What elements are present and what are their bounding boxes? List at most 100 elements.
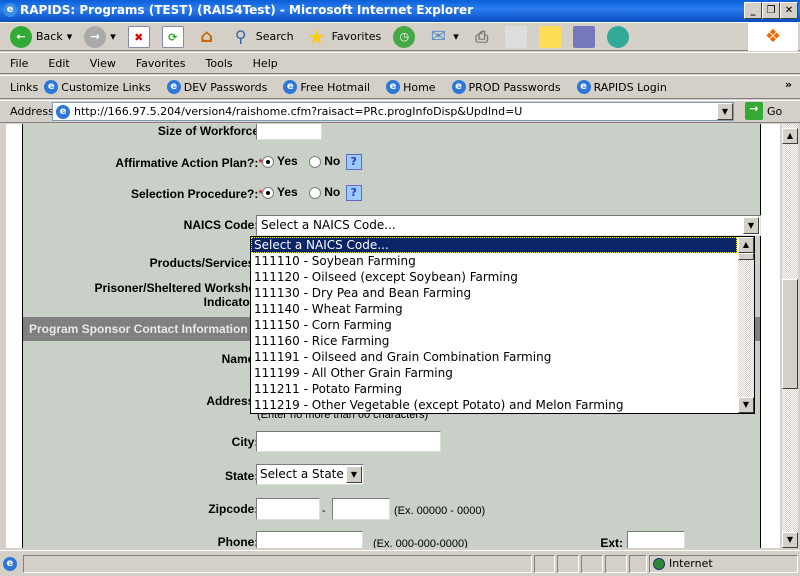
prisoner-indicator-label: Prisoner/Sheltered WorkshopIndicator:* — [94, 281, 264, 309]
phone-input[interactable] — [256, 531, 363, 548]
naics-option[interactable]: 111110 - Soybean Farming — [251, 253, 754, 269]
naics-option[interactable]: 111140 - Wheat Farming — [251, 301, 754, 317]
messenger-icon — [606, 25, 629, 48]
naics-option[interactable]: 111160 - Rice Farming — [251, 333, 754, 349]
affirmative-action-radios: Yes No ? — [262, 154, 362, 170]
naics-label: NAICS Code:* — [183, 218, 263, 232]
affirmative-no-radio[interactable] — [309, 156, 322, 168]
status-cell — [557, 554, 580, 573]
scroll-thumb[interactable] — [738, 253, 754, 260]
naics-option[interactable]: 111150 - Corn Farming — [251, 317, 754, 333]
state-dropdown-arrow[interactable]: ▼ — [346, 466, 362, 483]
zipcode-ext-input[interactable] — [332, 498, 390, 520]
naics-option[interactable]: 111130 - Dry Pea and Bean Farming — [251, 285, 754, 301]
research-icon — [572, 25, 595, 48]
link-home[interactable]: e Home — [386, 80, 436, 94]
link-free-hotmail[interactable]: e Free Hotmail — [283, 80, 370, 94]
status-cell — [533, 554, 556, 573]
forward-button[interactable]: → ▾ — [84, 25, 116, 48]
refresh-icon: ⟳ — [161, 25, 184, 48]
menu-file[interactable]: File — [10, 57, 28, 70]
scroll-thumb[interactable] — [782, 279, 798, 389]
ie-page-icon: e — [3, 556, 17, 571]
search-button[interactable]: ⚲ Search — [230, 26, 294, 48]
products-services-label: Products/Services:* — [149, 256, 263, 270]
naics-option[interactable]: 111191 - Oilseed and Grain Combination F… — [251, 349, 754, 365]
link-rapids-login[interactable]: e RAPIDS Login — [576, 80, 667, 94]
ie-page-icon: e — [451, 80, 466, 94]
city-input[interactable] — [256, 431, 441, 452]
home-button[interactable]: ⌂ — [196, 26, 218, 48]
scroll-up-arrow[interactable]: ▲ — [782, 128, 798, 144]
menu-view[interactable]: View — [90, 57, 116, 70]
menu-tools[interactable]: Tools — [206, 57, 233, 70]
menu-help[interactable]: Help — [253, 57, 278, 70]
state-select[interactable]: Select a State ▼ — [256, 464, 364, 485]
selection-procedure-radios: Yes No ? — [262, 185, 362, 201]
menu-edit[interactable]: Edit — [48, 57, 69, 70]
naics-select[interactable]: Select a NAICS Code... ▼ — [256, 215, 761, 236]
forward-arrow-icon: → — [84, 25, 107, 48]
menu-favorites[interactable]: Favorites — [136, 57, 186, 70]
print-button[interactable]: ⎙ — [471, 26, 493, 48]
address-input[interactable]: e http://166.97.5.204/version4/raishome.… — [52, 102, 734, 121]
links-overflow-chevron[interactable]: » — [785, 78, 792, 91]
close-button[interactable]: ✕ — [780, 2, 798, 19]
messenger-button[interactable] — [606, 25, 629, 48]
selection-no-radio[interactable] — [309, 187, 322, 199]
link-customize-links[interactable]: e Customize Links — [44, 80, 151, 94]
address-dropdown-button[interactable]: ▼ — [717, 103, 733, 120]
zipcode-label: Zipcode:* — [208, 502, 263, 516]
mail-icon: ✉ — [430, 25, 446, 47]
back-button[interactable]: ← Back ▾ — [10, 25, 72, 48]
state-label: State:* — [224, 469, 263, 483]
naics-option[interactable]: 111120 - Oilseed (except Soybean) Farmin… — [251, 269, 754, 285]
menu-bar: File Edit View Favorites Tools Help — [0, 52, 800, 74]
refresh-button[interactable]: ⟳ — [161, 25, 184, 48]
history-button[interactable]: ◷ — [393, 25, 416, 48]
naics-option[interactable]: 111219 - Other Vegetable (except Potato)… — [251, 397, 754, 413]
scroll-down-arrow[interactable]: ▼ — [738, 397, 754, 413]
naics-option[interactable]: Select a NAICS Code... — [251, 237, 737, 253]
affirmative-yes-radio[interactable] — [262, 156, 274, 168]
naics-dropdown-arrow[interactable]: ▼ — [743, 217, 759, 234]
phone-label: Phone:* — [217, 535, 263, 548]
scroll-down-arrow[interactable]: ▼ — [782, 532, 798, 548]
go-arrow-icon: → — [745, 102, 763, 120]
ext-input[interactable] — [627, 531, 685, 548]
restore-button[interactable]: ❐ — [762, 2, 780, 19]
status-cell — [629, 554, 647, 573]
standard-toolbar: ← Back ▾ → ▾ ✖ ⟳ ⌂ ⚲ Search ★ Favorites ◷ ✉… — [0, 22, 800, 51]
zipcode-input[interactable] — [256, 498, 320, 520]
windows-logo-icon: ❖ — [748, 23, 798, 51]
page-scrollbar[interactable]: ▲ ▼ — [782, 124, 798, 548]
favorites-button[interactable]: ★ Favorites — [306, 26, 382, 48]
help-icon[interactable]: ? — [345, 154, 362, 170]
zone-indicator: Internet — [648, 554, 799, 573]
link-prod-passwords[interactable]: e PROD Passwords — [451, 80, 561, 94]
minimize-button[interactable]: _ — [744, 2, 762, 19]
naics-list-scrollbar[interactable]: ▲ ▼ — [738, 237, 754, 413]
go-button[interactable]: → Go — [745, 102, 782, 120]
selection-yes-radio[interactable] — [262, 187, 274, 199]
printer-icon: ⎙ — [475, 26, 489, 46]
workforce-label: Size of Workforce: — [157, 124, 263, 138]
ie-page-icon: e — [386, 80, 401, 94]
stop-icon: ✖ — [127, 25, 150, 48]
stop-button[interactable]: ✖ — [127, 25, 150, 48]
mail-button[interactable]: ✉ ▾ — [427, 26, 459, 48]
globe-icon — [652, 557, 665, 570]
link-dev-passwords[interactable]: e DEV Passwords — [166, 80, 267, 94]
naics-dropdown-list[interactable]: Select a NAICS Code... 111110 - Soybean … — [250, 236, 755, 414]
scroll-up-arrow[interactable]: ▲ — [738, 237, 754, 253]
naics-option[interactable]: 111211 - Potato Farming — [251, 381, 754, 397]
address-url[interactable]: http://166.97.5.204/version4/raishome.cf… — [74, 105, 713, 118]
research-button[interactable] — [572, 25, 595, 48]
ie-page-icon: e — [44, 80, 59, 94]
naics-option[interactable]: 111199 - All Other Grain Farming — [251, 365, 754, 381]
ext-label: Ext: — [600, 536, 623, 548]
edit-button[interactable] — [504, 25, 527, 48]
discuss-button[interactable] — [538, 25, 561, 48]
help-icon[interactable]: ? — [345, 185, 362, 201]
workforce-input[interactable] — [256, 124, 322, 140]
